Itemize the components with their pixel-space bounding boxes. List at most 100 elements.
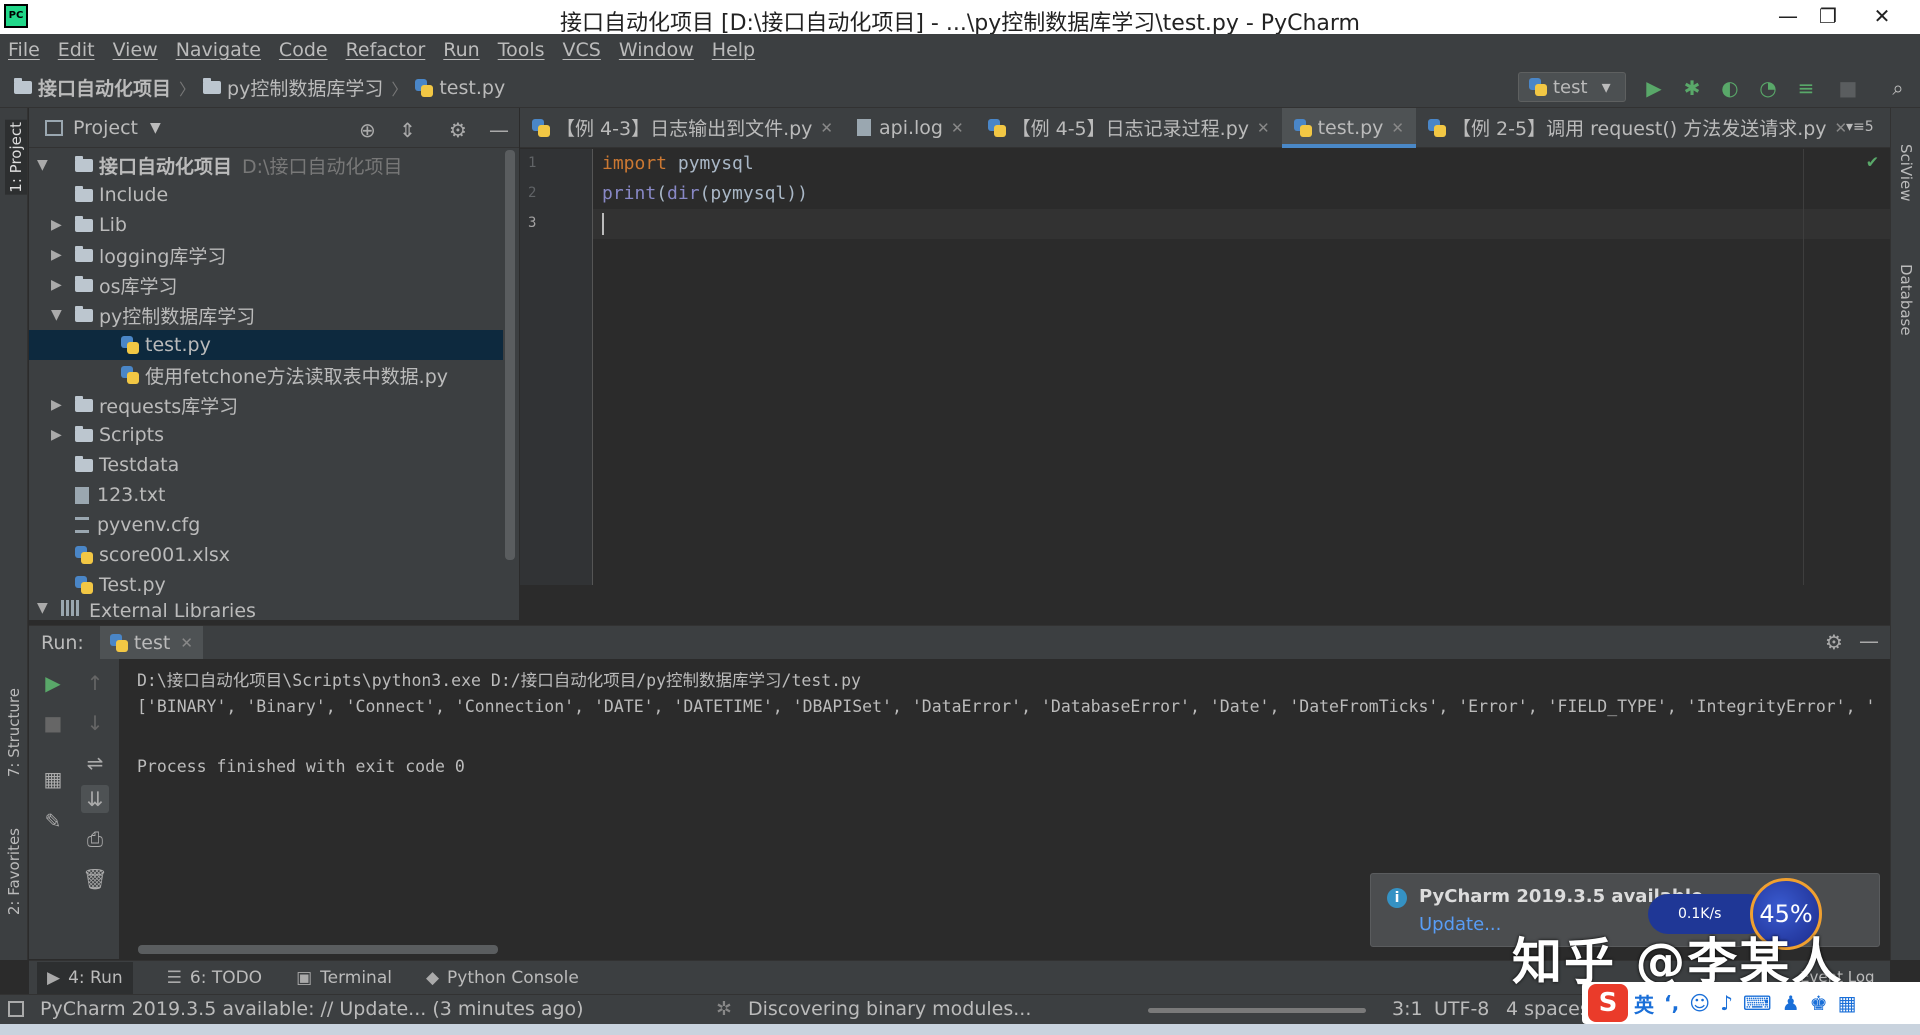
concurrency-icon[interactable]: ≡ bbox=[1794, 76, 1818, 100]
expand-arrow-icon[interactable]: ▼ bbox=[51, 307, 62, 323]
maximize-button[interactable]: ❐ bbox=[1808, 0, 1848, 34]
favorites-tool-button[interactable]: 2: Favorites bbox=[5, 828, 23, 915]
tab-api-log[interactable]: api.log ✕ bbox=[845, 108, 976, 148]
close-button[interactable]: ✕ bbox=[1862, 0, 1902, 34]
tree-item-123-txt[interactable]: 123.txt bbox=[29, 480, 503, 510]
indent-setting[interactable]: 4 spaces bbox=[1506, 998, 1590, 1020]
close-tab-icon[interactable]: ✕ bbox=[1391, 119, 1404, 137]
tree-item-requests[interactable]: ▶ requests库学习 bbox=[29, 390, 503, 420]
hide-icon[interactable]: — bbox=[489, 118, 509, 142]
tree-item-test-py[interactable]: test.py bbox=[29, 330, 503, 360]
chevron-down-icon[interactable]: ▼ bbox=[150, 120, 161, 136]
menu-help[interactable]: Help bbox=[712, 39, 755, 61]
user-icon[interactable]: ♟ bbox=[1782, 991, 1800, 1015]
expand-arrow-icon[interactable]: ▼ bbox=[37, 157, 48, 173]
close-tab-icon[interactable]: ✕ bbox=[180, 634, 193, 652]
skin-icon[interactable]: ♚ bbox=[1810, 991, 1828, 1015]
tree-item-lib[interactable]: ▶ Lib bbox=[29, 210, 503, 240]
close-tab-icon[interactable]: ✕ bbox=[1257, 119, 1270, 137]
project-panel-title[interactable]: Project bbox=[73, 117, 138, 139]
console-horizontal-scrollbar[interactable] bbox=[138, 945, 498, 954]
tool-todo[interactable]: ☰ 6: TODO bbox=[167, 968, 262, 988]
soft-wrap-icon[interactable]: ⇌ bbox=[81, 749, 109, 777]
run-tab-test[interactable]: test ✕ bbox=[99, 625, 203, 660]
toggle-tool-windows-icon[interactable] bbox=[8, 1001, 24, 1017]
tool-run[interactable]: ▶ 4: Run bbox=[37, 961, 133, 994]
debug-icon[interactable]: ✱ bbox=[1680, 76, 1704, 100]
collapsed-arrow-icon[interactable]: ▶ bbox=[51, 217, 62, 233]
profile-icon[interactable]: ◔ bbox=[1756, 76, 1780, 100]
menu-refactor[interactable]: Refactor bbox=[346, 39, 426, 61]
coverage-icon[interactable]: ◐ bbox=[1718, 76, 1742, 100]
tool-python-console[interactable]: ◆ Python Console bbox=[426, 968, 579, 988]
status-message[interactable]: PyCharm 2019.3.5 available: // Update...… bbox=[40, 998, 584, 1020]
up-arrow-icon[interactable]: ↑ bbox=[81, 669, 109, 697]
gear-icon[interactable]: ⚙ bbox=[1825, 630, 1843, 654]
tree-item-py-db[interactable]: ▼ py控制数据库学习 bbox=[29, 300, 503, 330]
tree-item-pyvenv[interactable]: pyvenv.cfg bbox=[29, 510, 503, 540]
update-link[interactable]: Update... bbox=[1419, 914, 1501, 935]
menu-run[interactable]: Run bbox=[443, 39, 479, 61]
file-encoding[interactable]: UTF-8 bbox=[1434, 998, 1489, 1020]
database-tool-button[interactable]: Database bbox=[1897, 264, 1915, 336]
ime-language[interactable]: 英 bbox=[1634, 989, 1654, 1018]
collapsed-arrow-icon[interactable]: ▶ bbox=[51, 427, 62, 443]
down-arrow-icon[interactable]: ↓ bbox=[81, 709, 109, 737]
close-tab-icon[interactable]: ✕ bbox=[820, 119, 833, 137]
layout-icon[interactable]: ▦ bbox=[39, 765, 67, 793]
tab-log-process[interactable]: 【例 4-5】日志记录过程.py ✕ bbox=[976, 108, 1282, 148]
pin-icon[interactable]: ✎ bbox=[39, 807, 67, 835]
breadcrumb-folder[interactable]: py控制数据库学习 bbox=[203, 74, 383, 101]
collapse-all-icon[interactable]: ⇕ bbox=[399, 118, 416, 142]
tree-item-scripts[interactable]: ▶ Scripts bbox=[29, 420, 503, 450]
run-configuration-select[interactable]: test ▾ bbox=[1518, 72, 1626, 102]
menu-file[interactable]: File bbox=[8, 39, 40, 61]
structure-tool-button[interactable]: 7: Structure bbox=[5, 688, 23, 777]
collapsed-arrow-icon[interactable]: ▶ bbox=[51, 247, 62, 263]
breadcrumb-project[interactable]: 接口自动化项目 bbox=[14, 74, 171, 101]
tree-item-include[interactable]: Include bbox=[29, 180, 503, 210]
microphone-icon[interactable]: ♪ bbox=[1720, 991, 1733, 1015]
print-icon[interactable]: ⎙ bbox=[81, 825, 109, 853]
tree-root[interactable]: ▼ 接口自动化项目 D:\接口自动化项目 bbox=[29, 150, 503, 180]
hide-icon[interactable]: — bbox=[1859, 629, 1879, 653]
stop-icon[interactable]: ■ bbox=[39, 709, 67, 737]
toolbox-icon[interactable]: ▦ bbox=[1838, 991, 1857, 1015]
tree-item-test-upper[interactable]: Test.py bbox=[29, 570, 503, 600]
menu-edit[interactable]: Edit bbox=[58, 39, 95, 61]
tree-item-testdata[interactable]: Testdata bbox=[29, 450, 503, 480]
expand-arrow-icon[interactable]: ▼ bbox=[37, 600, 48, 616]
stop-icon[interactable]: ■ bbox=[1836, 76, 1860, 100]
punctuation-icon[interactable]: ‘, bbox=[1664, 991, 1679, 1015]
tab-test-py[interactable]: test.py ✕ bbox=[1281, 107, 1417, 148]
rerun-icon[interactable]: ▶ bbox=[39, 669, 67, 697]
menu-navigate[interactable]: Navigate bbox=[176, 39, 261, 61]
project-tool-button[interactable]: 1: Project bbox=[5, 120, 27, 195]
tree-item-score[interactable]: score001.xlsx bbox=[29, 540, 503, 570]
menu-tools[interactable]: Tools bbox=[498, 39, 545, 61]
background-task[interactable]: Discovering binary modules... bbox=[748, 998, 1031, 1020]
tree-item-external-libraries[interactable]: ▼ External Libraries bbox=[29, 600, 503, 618]
tree-item-logging[interactable]: ▶ logging库学习 bbox=[29, 240, 503, 270]
caret-position[interactable]: 3:1 bbox=[1392, 998, 1423, 1020]
tabs-overflow-icon[interactable]: ▾≡5 bbox=[1846, 119, 1874, 135]
emoji-icon[interactable]: ☺ bbox=[1689, 991, 1710, 1015]
tab-log-to-file[interactable]: 【例 4-3】日志输出到文件.py ✕ bbox=[520, 108, 845, 148]
code-editor[interactable]: 1 2 3 import pymysql print(dir(pymysql))… bbox=[520, 149, 1890, 585]
keyboard-icon[interactable]: ⌨ bbox=[1743, 991, 1772, 1015]
menu-view[interactable]: View bbox=[113, 39, 158, 61]
sciview-tool-button[interactable]: SciView bbox=[1897, 144, 1915, 202]
run-icon[interactable]: ▶ bbox=[1642, 76, 1666, 100]
locate-icon[interactable]: ⊕ bbox=[359, 118, 376, 142]
sogou-logo-icon[interactable]: S bbox=[1588, 984, 1628, 1022]
menu-code[interactable]: Code bbox=[279, 39, 328, 61]
tab-request[interactable]: 【例 2-5】调用 request() 方法发送请求.py ✕ bbox=[1416, 108, 1859, 148]
search-icon[interactable]: ⌕ bbox=[1886, 76, 1910, 100]
collapsed-arrow-icon[interactable]: ▶ bbox=[51, 397, 62, 413]
minimize-button[interactable]: — bbox=[1768, 0, 1808, 34]
gear-icon[interactable]: ⚙ bbox=[449, 118, 467, 142]
project-scrollbar[interactable] bbox=[505, 150, 515, 560]
tree-item-fetchone[interactable]: 使用fetchone方法读取表中数据.py bbox=[29, 360, 503, 390]
breadcrumb-file[interactable]: test.py bbox=[415, 77, 505, 99]
close-tab-icon[interactable]: ✕ bbox=[951, 119, 964, 137]
